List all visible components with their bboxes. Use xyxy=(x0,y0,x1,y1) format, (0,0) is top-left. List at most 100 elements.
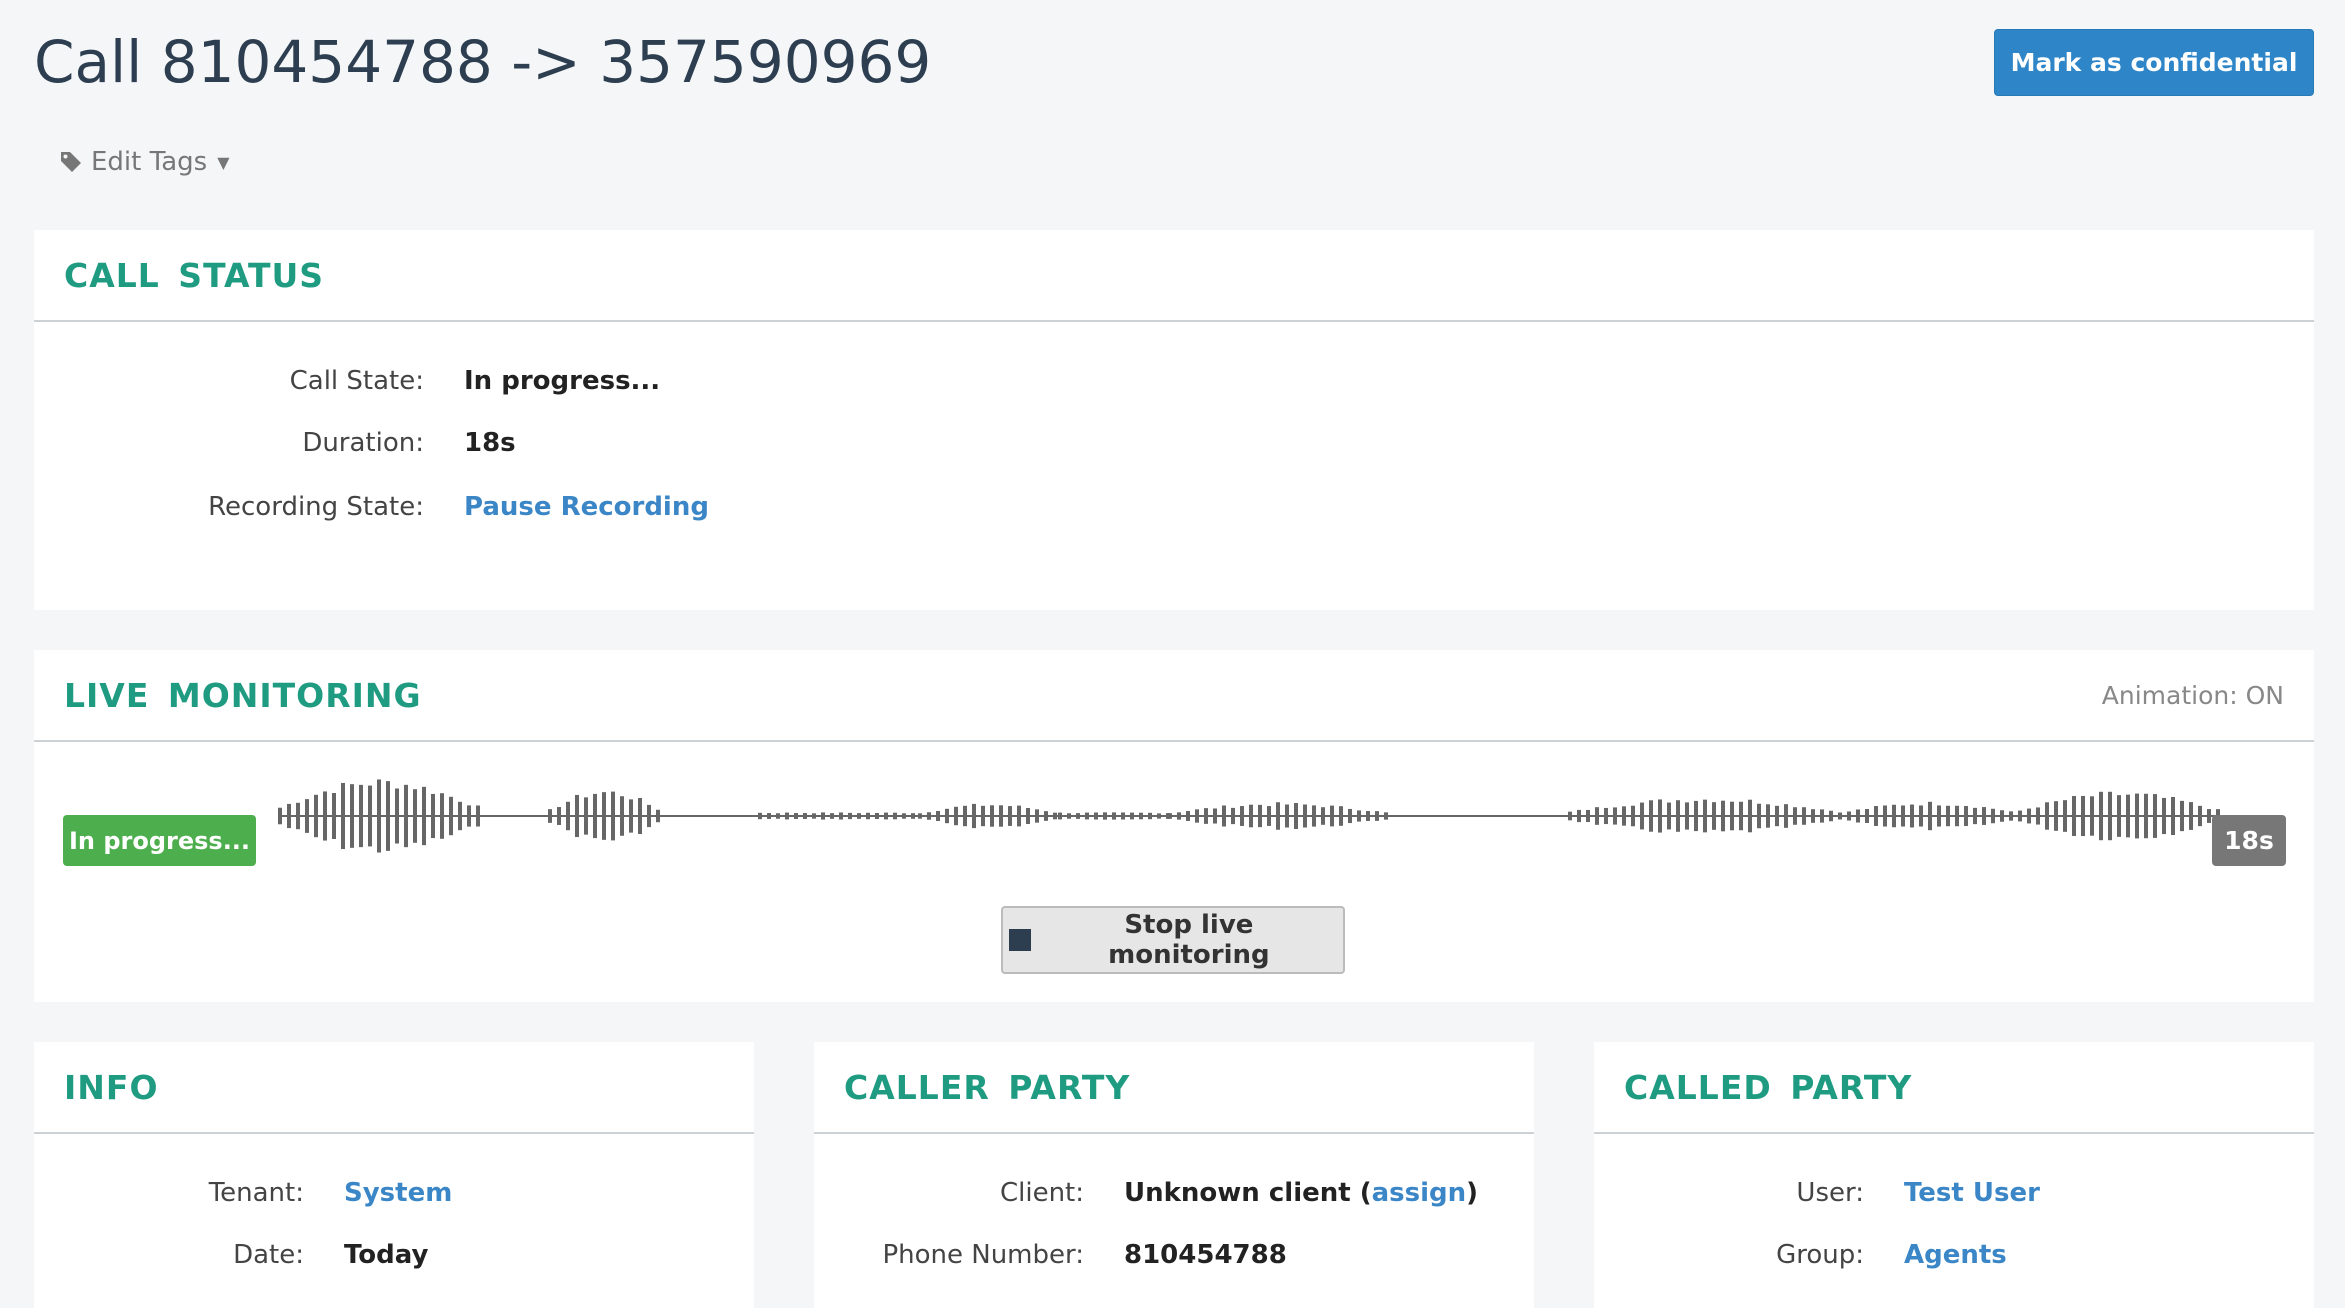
waveform-bar xyxy=(794,813,798,819)
waveform-bar xyxy=(936,810,940,822)
waveform-bar xyxy=(341,782,345,850)
waveform-bar xyxy=(2063,800,2067,832)
waveform-bar xyxy=(981,805,985,827)
waveform-bar xyxy=(2027,808,2031,824)
call-status-title: CALL STATUS xyxy=(64,255,325,295)
waveform-bar xyxy=(386,781,390,851)
waveform-bar xyxy=(647,804,651,828)
edit-tags-label: Edit Tags xyxy=(91,147,208,177)
waveform-bar xyxy=(1622,806,1626,826)
waveform-bar xyxy=(1640,802,1644,830)
waveform-bar xyxy=(1856,809,1860,823)
waveform-bar xyxy=(584,797,588,835)
waveform-bar xyxy=(1026,808,1030,824)
waveform-bar xyxy=(1586,809,1590,823)
waveform-bar xyxy=(1168,813,1172,819)
waveform-bar xyxy=(1766,804,1770,828)
waveform-bar xyxy=(1321,807,1325,825)
live-monitoring-panel: LIVE MONITORING Animation: ON In progres… xyxy=(34,650,2314,1002)
stop-icon xyxy=(1009,929,1031,951)
waveform-bar xyxy=(350,784,354,848)
waveform-bar xyxy=(629,799,633,833)
waveform-bar xyxy=(431,793,435,839)
waveform-bar xyxy=(368,785,372,847)
waveform-bar xyxy=(1748,799,1752,833)
phone-value: 810454788 xyxy=(1124,1240,1287,1270)
waveform-bar xyxy=(848,812,852,820)
stop-live-monitoring-button[interactable]: Stop live monitoring xyxy=(1001,906,1345,974)
client-close-paren: ) xyxy=(1466,1178,1479,1208)
waveform-bar xyxy=(1044,811,1048,821)
waveform-bar xyxy=(1330,805,1334,827)
info-title: INFO xyxy=(64,1067,159,1107)
tenant-link[interactable]: System xyxy=(344,1178,452,1208)
waveform-bar xyxy=(758,812,762,820)
waveform-bar xyxy=(1339,806,1343,826)
waveform-bar xyxy=(395,788,399,844)
waveform-bar xyxy=(287,803,291,829)
call-status-panel: CALL STATUS Call State: In progress... D… xyxy=(34,230,2314,610)
waveform-bar xyxy=(1258,804,1262,828)
live-monitoring-title: LIVE MONITORING xyxy=(64,675,422,715)
waveform-bar xyxy=(954,806,958,826)
waveform-bar xyxy=(593,793,597,839)
waveform-bar xyxy=(2198,805,2202,827)
waveform-bar xyxy=(458,801,462,831)
waveform-bar xyxy=(467,805,471,827)
caller-party-header: CALLER PARTY xyxy=(814,1042,1534,1134)
waveform-bar xyxy=(413,789,417,843)
waveform-bar xyxy=(1874,806,1878,826)
waveform-bar xyxy=(1076,813,1080,819)
assign-client-link[interactable]: assign xyxy=(1372,1178,1467,1208)
date-label: Date: xyxy=(233,1240,304,1270)
waveform-bar xyxy=(611,791,615,841)
waveform-bar xyxy=(557,807,561,825)
date-value: Today xyxy=(344,1240,429,1270)
waveform-bar xyxy=(323,791,327,841)
mark-confidential-button[interactable]: Mark as confidential xyxy=(1994,29,2314,96)
waveform-bar xyxy=(785,812,789,820)
waveform-bar xyxy=(440,793,444,839)
user-link[interactable]: Test User xyxy=(1904,1178,2040,1208)
waveform-bar xyxy=(1838,812,1842,820)
waveform-bar xyxy=(2018,810,2022,822)
animation-toggle[interactable]: Animation: ON xyxy=(2102,681,2284,710)
waveform-bar xyxy=(1177,812,1181,820)
waveform-bar xyxy=(2072,796,2076,836)
waveform-bar xyxy=(2090,796,2094,836)
called-party-header: CALLED PARTY xyxy=(1594,1042,2314,1134)
waveform-bar xyxy=(1604,807,1608,825)
waveform-bar xyxy=(1631,805,1635,827)
waveform-bar xyxy=(1348,808,1352,824)
waveform-bar xyxy=(767,813,771,819)
client-name: Unknown client ( xyxy=(1124,1178,1372,1208)
waveform-bar xyxy=(1139,812,1143,820)
call-status-header: CALL STATUS xyxy=(34,230,2314,322)
waveform-bar xyxy=(2009,811,2013,821)
waveform-bar xyxy=(1035,809,1039,823)
waveform-bar xyxy=(2126,794,2130,838)
waveform-bar xyxy=(1820,809,1824,823)
waveform-bar xyxy=(377,779,381,853)
waveform-bar xyxy=(2135,793,2139,839)
edit-tags-dropdown[interactable]: Edit Tags ▼ xyxy=(59,147,230,177)
waveform-bar xyxy=(945,808,949,824)
waveform-bar xyxy=(1937,805,1941,827)
waveform-bar xyxy=(1685,802,1689,830)
waveform-bar xyxy=(776,813,780,819)
waveform-bar xyxy=(1231,807,1235,825)
waveform-bar xyxy=(1384,812,1388,820)
group-link[interactable]: Agents xyxy=(1904,1240,2007,1270)
waveform-bar xyxy=(1121,812,1125,820)
recording-state-label: Recording State: xyxy=(208,492,424,522)
caller-party-panel: CALLER PARTY Client: Unknown client (ass… xyxy=(814,1042,1534,1308)
animation-label: Animation: xyxy=(2101,680,2238,710)
waveform-bar xyxy=(1267,806,1271,826)
waveform-bar xyxy=(1991,808,1995,824)
pause-recording-link[interactable]: Pause Recording xyxy=(464,492,709,522)
duration-label: Duration: xyxy=(302,428,424,458)
waveform-bar xyxy=(1955,805,1959,827)
waveform-bar xyxy=(278,807,282,825)
waveform-bar xyxy=(1649,800,1653,832)
waveform-bar xyxy=(656,809,660,823)
